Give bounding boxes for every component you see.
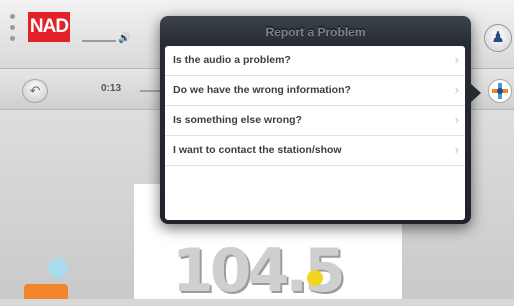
popover-arrow <box>471 84 481 102</box>
option-audio-problem[interactable]: Is the audio a problem? › <box>165 46 465 76</box>
option-label: Is something else wrong? <box>173 114 302 126</box>
back-arrow-icon[interactable]: ↶ <box>22 79 48 103</box>
speaker-icon[interactable]: 🔊 <box>118 33 130 44</box>
option-label: Do we have the wrong information? <box>173 84 351 96</box>
problem-options-list: Is the audio a problem? › Do we have the… <box>165 46 465 220</box>
chevron-right-icon: › <box>454 142 459 157</box>
elapsed-time: 0:13 <box>101 83 122 94</box>
menu-handle-icon[interactable] <box>9 14 17 47</box>
volume-slider[interactable] <box>82 40 116 42</box>
option-contact-station[interactable]: I want to contact the station/show › <box>165 136 465 166</box>
station-logo-bar <box>24 284 68 299</box>
chevron-right-icon: › <box>454 82 459 97</box>
chevron-right-icon: › <box>454 112 459 127</box>
station-logo-circle <box>48 258 68 278</box>
option-label: Is the audio a problem? <box>173 54 291 66</box>
popover-title: Report a Problem <box>265 25 366 39</box>
chevron-right-icon: › <box>454 52 459 67</box>
artwork-dot <box>307 270 323 286</box>
station-logo-icon[interactable] <box>488 79 512 103</box>
option-something-else[interactable]: Is something else wrong? › <box>165 106 465 136</box>
option-label: I want to contact the station/show <box>173 144 342 156</box>
option-wrong-information[interactable]: Do we have the wrong information? › <box>165 76 465 106</box>
nad-logo: NAD <box>28 12 70 42</box>
user-icon[interactable]: ♟ <box>484 24 512 52</box>
